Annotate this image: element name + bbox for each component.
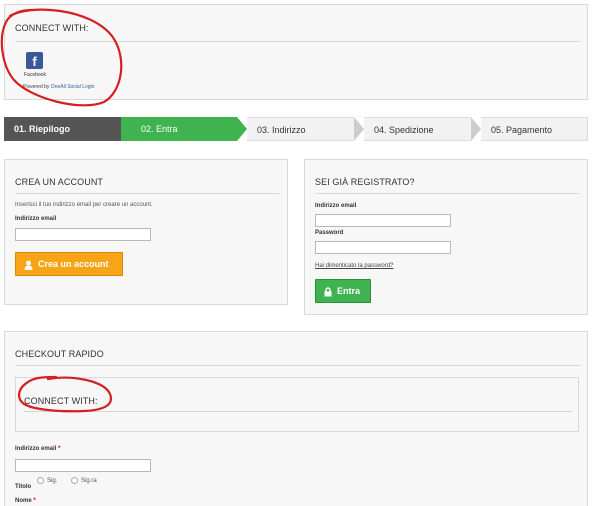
step-riepilogo[interactable]: 01. Riepilogo [4, 117, 121, 141]
oneall-link[interactable]: OneAll Social Login [51, 84, 95, 90]
name-label: Nome * [15, 498, 36, 504]
login-label: Entra [337, 286, 361, 296]
password-label: Password [315, 230, 344, 236]
checkout-email-label: Indirizzo email * [15, 446, 60, 452]
create-email-label: Indirizzo email [15, 216, 57, 222]
quick-checkout-panel: CHECKOUT RAPIDO CONNECT WITH: Indirizzo … [4, 331, 588, 506]
name-label-text: Nome [15, 498, 32, 504]
title-sigra-label: Sig.ra [81, 478, 97, 484]
title-sig-radio[interactable] [37, 477, 44, 484]
facebook-icon[interactable]: f [26, 52, 43, 69]
create-account-intro: Inserisci il tuo indirizzo email per cre… [15, 202, 153, 208]
user-icon [24, 260, 33, 270]
divider [15, 365, 581, 366]
title-sig-label: Sig. [47, 478, 58, 484]
step-pagamento[interactable]: 05. Pagamento [481, 117, 588, 141]
step-label: 04. Spedizione [374, 125, 434, 135]
step-label: 03. Indirizzo [257, 125, 306, 135]
step-arrow [471, 117, 481, 141]
title-label: Titolo [15, 484, 32, 490]
checkout-connect-box: CONNECT WITH: [15, 377, 579, 432]
step-arrow [354, 117, 364, 141]
title-sigra-radio[interactable] [71, 477, 78, 484]
step-spedizione[interactable]: 04. Spedizione [364, 117, 471, 141]
login-button[interactable]: Entra [315, 279, 371, 303]
social-connect-panel: CONNECT WITH: f Facebook Powered by OneA… [4, 4, 588, 100]
create-email-input[interactable] [15, 228, 151, 241]
checkout-email-input[interactable] [15, 459, 151, 472]
create-account-panel: CREA UN ACCOUNT Inserisci il tuo indiriz… [4, 159, 288, 305]
step-indirizzo[interactable]: 03. Indirizzo [247, 117, 354, 141]
create-account-label: Crea un account [38, 259, 109, 269]
create-account-heading: CREA UN ACCOUNT [15, 177, 104, 187]
connect-heading: CONNECT WITH: [15, 23, 89, 33]
login-panel: SEI GIÀ REGISTRATO? Indirizzo email Pass… [304, 159, 588, 315]
checkout-email-label-text: Indirizzo email [15, 446, 57, 452]
step-label: 01. Riepilogo [14, 124, 71, 134]
divider [315, 193, 579, 194]
checkout-connect-heading: CONNECT WITH: [24, 396, 98, 406]
required-mark: * [33, 498, 36, 504]
step-label: 05. Pagamento [491, 125, 553, 135]
login-email-label: Indirizzo email [315, 203, 357, 209]
powered-by-text: Powered by OneAll Social Login [23, 84, 94, 90]
step-entra[interactable]: 02. Entra [121, 117, 237, 141]
login-email-input[interactable] [315, 214, 451, 227]
lock-icon [324, 286, 332, 297]
login-heading: SEI GIÀ REGISTRATO? [315, 177, 415, 187]
forgot-password-link[interactable]: Hai dimenticato la password? [315, 263, 393, 269]
required-mark: * [58, 446, 61, 452]
password-input[interactable] [315, 241, 451, 254]
divider [15, 193, 279, 194]
powered-prefix: Powered by [23, 84, 51, 90]
divider [24, 411, 572, 412]
step-label: 02. Entra [141, 124, 178, 134]
divider [15, 41, 581, 42]
step-arrow [237, 117, 247, 141]
facebook-label: Facebook [24, 72, 46, 78]
checkout-heading: CHECKOUT RAPIDO [15, 349, 104, 359]
create-account-button[interactable]: Crea un account [15, 252, 123, 276]
